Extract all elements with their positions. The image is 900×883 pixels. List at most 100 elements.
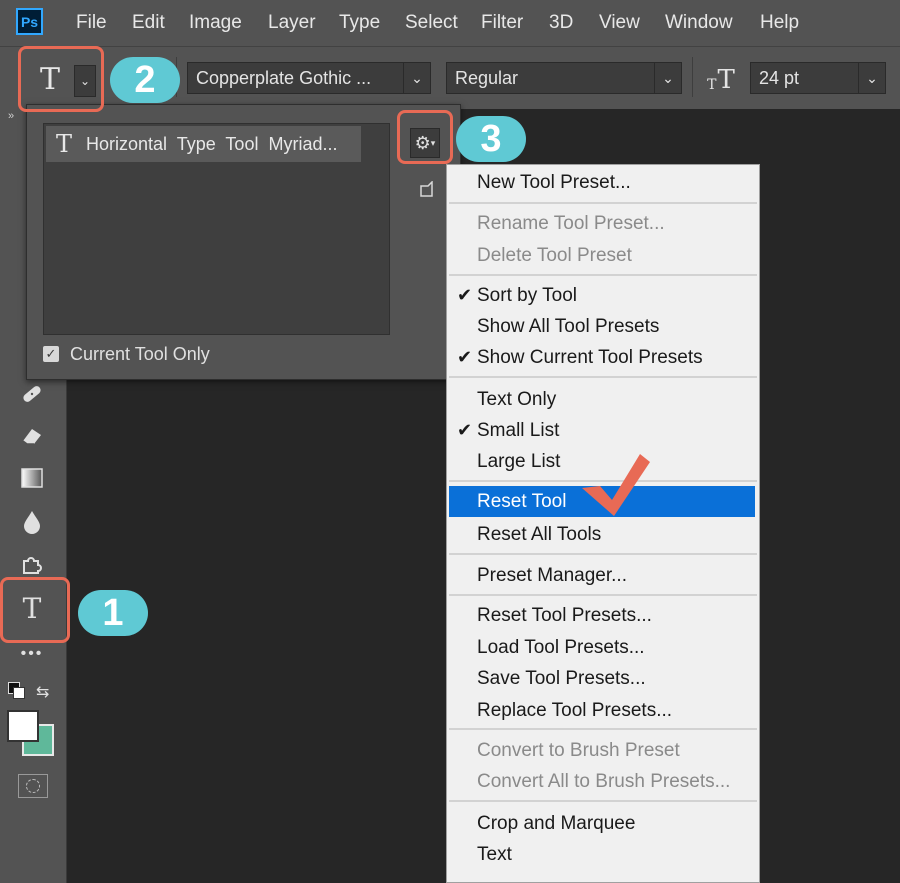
menu-item-label: Sort by Tool <box>477 284 577 306</box>
menu-item-label: Show All Tool Presets <box>477 315 660 337</box>
menu-item-text[interactable]: Text <box>449 839 755 870</box>
current-tool-only-checkbox[interactable]: ✓ <box>43 346 59 362</box>
menu-item-small-list[interactable]: ✔ Small List <box>449 415 755 446</box>
water-drop-icon <box>24 511 40 534</box>
font-family-dropdown[interactable]: Copperplate Gothic ... ⌄ <box>187 62 431 94</box>
eraser-tool-icon[interactable] <box>16 420 48 452</box>
create-new-preset-icon[interactable] <box>419 180 435 199</box>
default-colors-icon[interactable] <box>8 682 26 700</box>
menu-layer[interactable]: Layer <box>268 12 316 34</box>
menu-divider <box>449 274 757 276</box>
menu-item-label: New Tool Preset... <box>477 171 631 193</box>
menu-item-label: Replace Tool Presets... <box>477 699 673 721</box>
menu-type[interactable]: Type <box>339 12 380 34</box>
menu-3d[interactable]: 3D <box>549 12 573 34</box>
menu-help[interactable]: Help <box>760 12 799 34</box>
swap-colors-icon[interactable]: ⇆ <box>36 682 49 702</box>
gradient-icon <box>21 468 43 488</box>
preset-options-menu: New Tool Preset... Rename Tool Preset...… <box>446 164 760 883</box>
font-style-dropdown[interactable]: Regular ⌄ <box>446 62 682 94</box>
menu-item-save-tool-presets[interactable]: Save Tool Presets... <box>449 663 755 694</box>
menu-item-preset-manager[interactable]: Preset Manager... <box>449 560 755 591</box>
menu-item-replace-tool-presets[interactable]: Replace Tool Presets... <box>449 695 755 726</box>
puzzle-icon <box>23 557 42 574</box>
menu-item-reset-tool-presets[interactable]: Reset Tool Presets... <box>449 600 755 631</box>
step-badge-3: 3 <box>456 116 526 162</box>
menu-image[interactable]: Image <box>189 12 242 34</box>
collapse-panel-icon[interactable]: » <box>8 110 14 122</box>
menu-divider <box>449 594 757 596</box>
menu-item-label: Rename Tool Preset... <box>477 212 665 234</box>
checkmark-annotation-icon <box>582 454 650 516</box>
menu-item-show-current-tool-presets[interactable]: ✔ Show Current Tool Presets <box>449 342 755 373</box>
menu-filter[interactable]: Filter <box>481 12 523 34</box>
step-badge-2: 2 <box>110 57 180 103</box>
menu-item-convert-to-brush-preset: Convert to Brush Preset <box>449 735 755 766</box>
font-size-dropdown[interactable]: 24 pt ⌄ <box>750 62 886 94</box>
menu-item-label: Reset Tool <box>477 490 567 512</box>
font-size-value: 24 pt <box>759 67 800 88</box>
menu-select[interactable]: Select <box>405 12 458 34</box>
checkmark-icon: ✔ <box>457 285 473 305</box>
menu-item-crop-and-marquee[interactable]: Crop and Marquee <box>449 808 755 839</box>
menu-item-sort-by-tool[interactable]: ✔ Sort by Tool <box>449 280 755 311</box>
new-preset-icon <box>420 180 433 197</box>
menu-item-convert-all-to-brush-presets: Convert All to Brush Presets... <box>449 766 755 797</box>
photoshop-logo: Ps <box>16 8 43 35</box>
menu-item-text-only[interactable]: Text Only <box>449 384 755 415</box>
quick-mask-icon[interactable] <box>18 774 48 798</box>
divider <box>692 57 693 97</box>
eraser-icon <box>22 429 41 445</box>
font-size-large-t: T <box>717 65 735 95</box>
preset-name: Horizontal Type Tool Myriad... <box>86 133 338 154</box>
menu-window[interactable]: Window <box>665 12 733 34</box>
menu-item-label: Reset All Tools <box>477 523 602 545</box>
menu-item-label: Load Tool Presets... <box>477 636 645 658</box>
menu-divider <box>449 553 757 555</box>
font-size-small-t: T <box>707 77 717 93</box>
menu-divider <box>449 728 757 730</box>
menu-item-label: Crop and Marquee <box>477 812 636 834</box>
current-tool-only-label: Current Tool Only <box>70 344 210 364</box>
font-size-icon: TT <box>704 63 738 93</box>
step-badge-1: 1 <box>78 590 148 636</box>
bandage-icon <box>23 386 41 402</box>
font-family-value: Copperplate Gothic ... <box>196 67 372 88</box>
type-tool-icon: T <box>56 130 73 158</box>
list-item[interactable]: T Horizontal Type Tool Myriad... <box>46 126 361 162</box>
foreground-color-swatch[interactable] <box>7 710 39 742</box>
menu-item-delete-tool-preset: Delete Tool Preset <box>449 240 755 271</box>
menu-item-load-tool-presets[interactable]: Load Tool Presets... <box>449 632 755 663</box>
menu-item-label: Convert All to Brush Presets... <box>477 770 731 792</box>
menu-item-label: Text Only <box>477 388 557 410</box>
menu-item-rename-tool-preset: Rename Tool Preset... <box>449 208 755 239</box>
tool-preset-list[interactable]: T Horizontal Type Tool Myriad... <box>43 123 390 335</box>
highlight-tool-preset-picker <box>18 46 104 112</box>
menu-item-reset-all-tools[interactable]: Reset All Tools <box>449 519 755 550</box>
menu-divider <box>449 376 757 378</box>
menu-item-show-all-tool-presets[interactable]: Show All Tool Presets <box>449 311 755 342</box>
menu-divider <box>449 800 757 802</box>
menu-bar: Ps File Edit Image Layer Type Select Fil… <box>0 0 900 46</box>
font-style-value: Regular <box>455 67 519 88</box>
blur-tool-icon[interactable] <box>16 506 48 538</box>
tool-preset-picker-panel: T Horizontal Type Tool Myriad... ✓ Curre… <box>26 104 461 380</box>
checkmark-icon: ✔ <box>457 347 473 367</box>
healing-brush-tool-icon[interactable] <box>16 378 48 410</box>
menu-item-label: Small List <box>477 419 560 441</box>
menu-item-label: Large List <box>477 450 561 472</box>
menu-edit[interactable]: Edit <box>132 12 165 34</box>
menu-view[interactable]: View <box>599 12 640 34</box>
pen-tool-icon[interactable] <box>16 548 48 580</box>
menu-item-label: Reset Tool Presets... <box>477 604 652 626</box>
highlight-settings-button <box>397 110 453 164</box>
menu-file[interactable]: File <box>76 12 107 34</box>
menu-item-label: Convert to Brush Preset <box>477 739 680 761</box>
menu-item-label: Preset Manager... <box>477 564 627 586</box>
highlight-type-tool <box>0 577 70 643</box>
chevron-down-icon: ⌄ <box>654 63 681 93</box>
gradient-tool-icon[interactable] <box>16 462 48 494</box>
menu-item-new-tool-preset[interactable]: New Tool Preset... <box>449 167 755 198</box>
menu-item-label: Text <box>477 843 512 865</box>
menu-item-label: Save Tool Presets... <box>477 667 646 689</box>
